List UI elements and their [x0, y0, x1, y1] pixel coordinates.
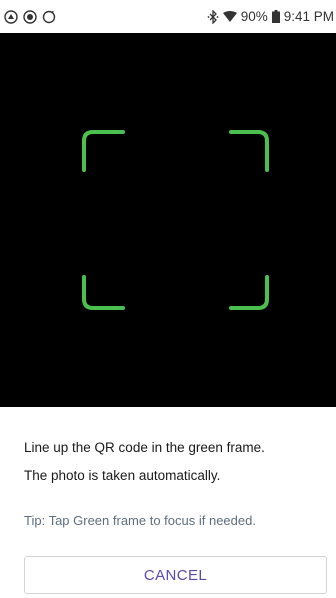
frame-corner-top-left [82, 130, 125, 172]
cancel-button[interactable]: CANCEL [24, 556, 327, 594]
circle-icon [42, 10, 56, 24]
battery-icon [271, 10, 280, 23]
instruction-line-up: Line up the QR code in the green frame. [24, 440, 265, 455]
battery-percentage: 90% [240, 9, 268, 24]
status-right-icons: 90% 9:41 PM [207, 9, 334, 24]
tip-text: Tip: Tap Green frame to focus if needed. [24, 513, 256, 528]
bluetooth-icon [207, 9, 219, 24]
frame-corner-bottom-right [229, 275, 269, 310]
clock: 9:41 PM [283, 9, 334, 24]
camera-viewfinder[interactable] [0, 33, 336, 407]
wifi-icon [222, 10, 237, 23]
app-notification-icon [4, 9, 18, 24]
instruction-auto-photo: The photo is taken automatically. [24, 468, 221, 483]
status-left-icons [4, 9, 56, 24]
record-icon [23, 9, 37, 24]
status-bar: 90% 9:41 PM [0, 0, 336, 33]
frame-corner-top-right [229, 130, 269, 172]
green-frame[interactable] [0, 33, 336, 407]
frame-corner-bottom-left [82, 275, 125, 310]
